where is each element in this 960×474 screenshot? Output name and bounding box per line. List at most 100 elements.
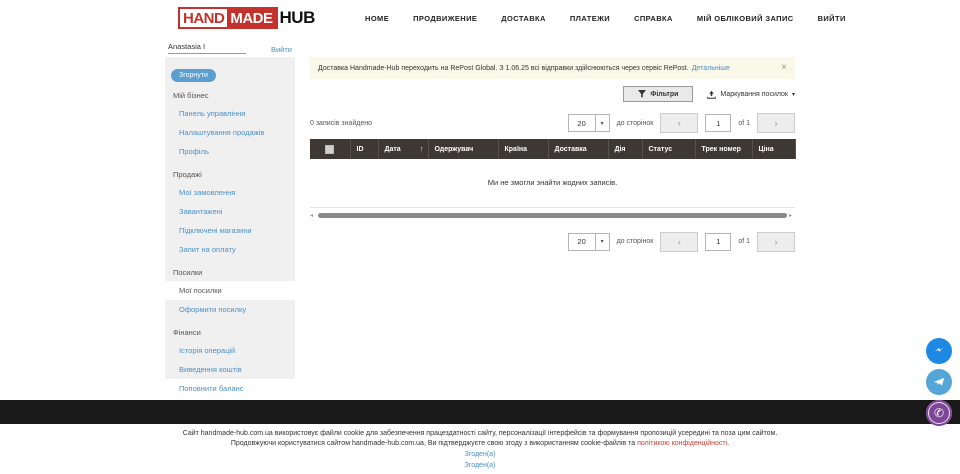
sort-asc-icon[interactable]: ↑ (420, 146, 424, 153)
prev-page-button[interactable]: ‹ (660, 113, 698, 133)
empty-row: Ми не змогли знайти жодних записів. (310, 159, 795, 207)
filters-button[interactable]: Фільтри (623, 86, 693, 102)
current-page-input[interactable] (705, 114, 731, 132)
sidebar-item-connected-shops[interactable]: Підключені магазини (165, 221, 295, 240)
funnel-icon (638, 90, 646, 98)
select-all-cell (310, 139, 350, 159)
prev-page-button[interactable]: ‹ (660, 232, 698, 252)
sidebar-item-my-parcels[interactable]: Мої посилки (165, 281, 295, 300)
cookie-line2-text: Продовжуючи користуватися сайтом handmad… (231, 440, 637, 447)
collapse-button[interactable]: Згорнути (171, 69, 216, 82)
sidebar-item-uploaded[interactable]: Завантажені (165, 202, 295, 221)
column-id[interactable]: ID (350, 139, 378, 159)
messenger-icon[interactable] (926, 338, 952, 364)
column-price[interactable]: Ціна (752, 139, 795, 159)
user-row: Вийти (168, 42, 292, 54)
banner-text: Доставка Handmade-Hub переходить на RePo… (318, 65, 689, 72)
sidebar-item-withdraw-funds[interactable]: Виведення коштів (165, 360, 295, 379)
scroll-right-icon[interactable]: ▸ (789, 212, 795, 220)
pagination-bottom: 20 ▾ до сторінок ‹ of 1 › (568, 232, 795, 252)
toolbar: Фільтри Маркування посилок ▾ (310, 85, 795, 103)
cookie-line2-period: . (727, 440, 729, 447)
nav-my-account[interactable]: МІЙ ОБЛІКОВИЙ ЗАПИС (697, 14, 794, 23)
footer-dark-band (0, 400, 960, 424)
chevron-down-icon[interactable]: ▾ (595, 115, 609, 131)
social-float-icons: ✆ (926, 338, 952, 426)
banner-details-link[interactable]: Детальніше (692, 65, 730, 72)
main-content: Доставка Handmade-Hub переходить на RePo… (310, 57, 795, 252)
sidebar-section-my-business: Мій бізнес (165, 82, 295, 104)
page: HANDMADE HUB HOME ПРОДВИЖЕНИЕ ДОСТАВКА П… (0, 0, 960, 474)
phone-icon: ✆ (934, 407, 944, 419)
column-delivery[interactable]: Доставка (548, 139, 608, 159)
user-name-field[interactable] (168, 42, 246, 54)
current-page-input[interactable] (705, 233, 731, 251)
sidebar-item-payment-request[interactable]: Запит на оплату (165, 240, 295, 259)
upload-tray-icon (707, 90, 716, 99)
logo-hub: HUB (278, 8, 315, 28)
nav-payments[interactable]: ПЛАТЕЖИ (570, 14, 610, 23)
nav-delivery[interactable]: ДОСТАВКА (501, 14, 546, 23)
cookie-text-line1: Сайт handmade-hub.com.ua використовує фа… (0, 429, 960, 439)
page-of-label: of 1 (738, 238, 750, 245)
sidebar-item-operations-history[interactable]: Історія операцій (165, 341, 295, 360)
sidebar-item-sales-settings[interactable]: Налаштування продажів (165, 123, 295, 142)
sidebar-item-create-parcel[interactable]: Оформити посилку (165, 300, 295, 319)
top-navigation: HOME ПРОДВИЖЕНИЕ ДОСТАВКА ПЛАТЕЖИ СПРАВК… (365, 0, 846, 36)
logo-made: MADE (227, 9, 275, 27)
next-page-button[interactable]: › (757, 232, 795, 252)
page-size-select[interactable]: 20 ▾ (568, 233, 610, 251)
logo-hand: HAND (180, 9, 227, 27)
sidebar-item-my-orders[interactable]: Мої замовлення (165, 183, 295, 202)
telegram-icon[interactable] (926, 369, 952, 395)
nav-home[interactable]: HOME (365, 14, 389, 23)
column-recipient[interactable]: Одержувач (428, 139, 498, 159)
footer: Сайт handmade-hub.com.ua використовує фа… (0, 429, 960, 471)
records-count: 0 записів знайдено (310, 120, 372, 127)
nav-help[interactable]: СПРАВКА (634, 14, 673, 23)
horizontal-scrollbar: ◂ ▸ (310, 212, 795, 220)
banner-close-icon[interactable]: × (781, 63, 787, 73)
per-page-label: до сторінок (617, 238, 654, 245)
chevron-down-icon: ▾ (792, 91, 795, 98)
viber-icon[interactable]: ✆ (926, 400, 952, 426)
table-header-row: ID ↑Дата Одержувач Країна Доставка Дія С… (310, 139, 795, 159)
pagination-bottom-wrap: 20 ▾ до сторінок ‹ of 1 › (310, 232, 795, 252)
empty-message: Ми не змогли знайти жодних записів. (310, 159, 795, 207)
privacy-policy-link[interactable]: політикою конфіденційності (637, 440, 727, 447)
sidebar-item-top-up-balance[interactable]: Поповнити баланс (165, 379, 295, 398)
records-row: 0 записів знайдено 20 ▾ до сторінок ‹ of… (310, 113, 795, 133)
logo-box: HANDMADE (178, 7, 278, 29)
column-country[interactable]: Країна (498, 139, 548, 159)
column-date[interactable]: ↑Дата (378, 139, 428, 159)
nav-promotion[interactable]: ПРОДВИЖЕНИЕ (413, 14, 477, 23)
page-size-select[interactable]: 20 ▾ (568, 114, 610, 132)
column-track-number[interactable]: Трек номер (695, 139, 752, 159)
sidebar-section-parcels: Посилки (165, 259, 295, 281)
page-size-value: 20 (569, 115, 595, 131)
chevron-down-icon[interactable]: ▾ (595, 234, 609, 250)
sidebar-section-finance: Фінанси (165, 319, 295, 341)
filters-label: Фільтри (650, 91, 678, 98)
agree-link-2[interactable]: Згоден(а) (0, 461, 960, 471)
agree-link-1[interactable]: Згоден(а) (0, 450, 960, 460)
page-of-label: of 1 (738, 120, 750, 127)
sidebar-item-profile[interactable]: Профіль (165, 142, 295, 161)
next-page-button[interactable]: › (757, 113, 795, 133)
page-size-value: 20 (569, 234, 595, 250)
nav-logout[interactable]: ВИЙТИ (818, 14, 846, 23)
parcel-marking-label: Маркування посилок (720, 91, 788, 98)
handmade-hub-logo[interactable]: HANDMADE HUB (178, 6, 315, 30)
sidebar-item-dashboard[interactable]: Панель управління (165, 104, 295, 123)
per-page-label: до сторінок (617, 120, 654, 127)
parcel-marking-button[interactable]: Маркування посилок ▾ (707, 90, 795, 99)
select-all-checkbox[interactable] (325, 145, 334, 154)
sidebar-logout-link[interactable]: Вийти (271, 45, 292, 54)
column-status[interactable]: Статус (642, 139, 695, 159)
sidebar-section-sales: Продажі (165, 161, 295, 183)
cookie-text-line2: Продовжуючи користуватися сайтом handmad… (0, 439, 960, 449)
scroll-left-icon[interactable]: ◂ (310, 212, 316, 220)
scrollbar-thumb[interactable] (318, 213, 787, 218)
notification-banner: Доставка Handmade-Hub переходить на RePo… (310, 57, 795, 79)
column-action[interactable]: Дія (608, 139, 642, 159)
